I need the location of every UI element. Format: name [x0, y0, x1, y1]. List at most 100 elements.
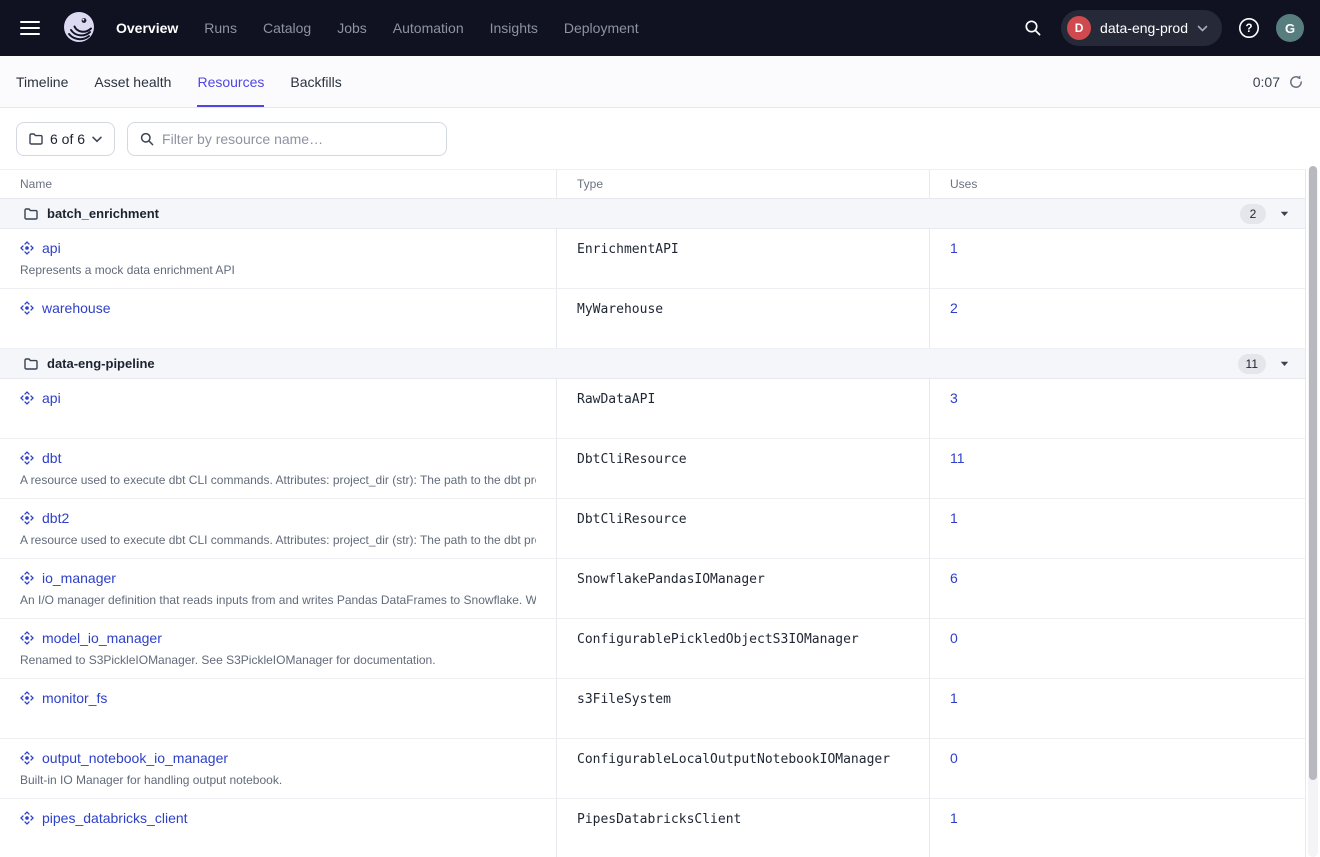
- resource-type: DbtCliResource: [577, 512, 687, 527]
- group-filter-button[interactable]: 6 of 6: [16, 122, 115, 156]
- resource-row: output_notebook_io_manager Built-in IO Ma…: [0, 739, 1305, 799]
- user-avatar[interactable]: G: [1276, 14, 1304, 42]
- scrollbar-thumb[interactable]: [1309, 166, 1317, 780]
- resource-type: DbtCliResource: [577, 452, 687, 467]
- resource-description: Built-in IO Manager for handling output …: [20, 773, 536, 787]
- resource-name-link[interactable]: dbt2: [42, 510, 69, 526]
- chevron-down-icon[interactable]: [1280, 211, 1289, 217]
- resource-name-link[interactable]: pipes_databricks_client: [42, 810, 188, 826]
- resource-uses-link[interactable]: 1: [950, 510, 958, 526]
- nav-item-overview[interactable]: Overview: [116, 20, 178, 36]
- resource-name-link[interactable]: io_manager: [42, 570, 116, 586]
- resource-icon: [20, 241, 34, 255]
- resource-group-row[interactable]: batch_enrichment2: [0, 199, 1305, 229]
- resource-uses-link[interactable]: 6: [950, 570, 958, 586]
- resource-row: api RawDataAPI 3: [0, 379, 1305, 439]
- resource-type: ConfigurablePickledObjectS3IOManager: [577, 632, 859, 647]
- primary-nav: Overview Runs Catalog Jobs Automation In…: [116, 20, 639, 36]
- nav-item-jobs[interactable]: Jobs: [337, 20, 367, 36]
- resource-description: Renamed to S3PickleIOManager. See S3Pick…: [20, 653, 536, 667]
- table-body: batch_enrichment2api Represents a mock da…: [0, 199, 1305, 857]
- resource-uses-link[interactable]: 0: [950, 630, 958, 646]
- resource-row: api Represents a mock data enrichment API…: [0, 229, 1305, 289]
- resource-uses-link[interactable]: 1: [950, 810, 958, 826]
- refresh-timer: 0:07: [1253, 74, 1280, 90]
- column-header-uses: Uses: [930, 170, 1305, 198]
- svg-text:?: ?: [1245, 23, 1252, 35]
- resource-name-link[interactable]: monitor_fs: [42, 690, 107, 706]
- resource-description: A resource used to execute dbt CLI comma…: [20, 533, 536, 547]
- chevron-down-icon[interactable]: [1280, 361, 1289, 367]
- help-icon[interactable]: ?: [1236, 15, 1262, 41]
- deployment-badge: D: [1067, 16, 1091, 40]
- nav-item-catalog[interactable]: Catalog: [263, 20, 311, 36]
- resource-name-link[interactable]: model_io_manager: [42, 630, 162, 646]
- nav-item-automation[interactable]: Automation: [393, 20, 464, 36]
- resource-description: An I/O manager definition that reads inp…: [20, 593, 536, 607]
- column-header-name: Name: [0, 170, 557, 198]
- resource-icon: [20, 301, 34, 315]
- resource-uses-link[interactable]: 2: [950, 300, 958, 316]
- resource-icon: [20, 691, 34, 705]
- refresh-icon[interactable]: [1288, 74, 1304, 90]
- nav-item-deployment[interactable]: Deployment: [564, 20, 639, 36]
- folder-icon: [24, 358, 38, 370]
- filter-bar: 6 of 6: [0, 108, 1320, 169]
- resource-row: model_io_manager Renamed to S3PickleIOMan…: [0, 619, 1305, 679]
- resource-search-field[interactable]: [127, 122, 447, 156]
- tab-bar: Timeline Asset health Resources Backfill…: [0, 56, 1320, 108]
- hamburger-menu-icon[interactable]: [20, 21, 40, 35]
- tab-resources[interactable]: Resources: [197, 56, 264, 107]
- resource-icon: [20, 571, 34, 585]
- resource-type: RawDataAPI: [577, 392, 655, 407]
- resource-row: io_manager An I/O manager definition that…: [0, 559, 1305, 619]
- resource-name-link[interactable]: api: [42, 240, 61, 256]
- group-name: data-eng-pipeline: [47, 356, 155, 371]
- group-filter-label: 6 of 6: [50, 131, 85, 147]
- nav-item-insights[interactable]: Insights: [490, 20, 538, 36]
- resource-row: monitor_fss3FileSystem1: [0, 679, 1305, 739]
- search-input[interactable]: [162, 131, 434, 147]
- chevron-down-icon: [1197, 25, 1208, 32]
- resources-table: Name Type Uses batch_enrichment2api Repre…: [0, 169, 1306, 857]
- resource-description: Represents a mock data enrichment API: [20, 263, 536, 277]
- resource-uses-link[interactable]: 3: [950, 390, 958, 406]
- nav-item-runs[interactable]: Runs: [204, 20, 237, 36]
- resource-group-row[interactable]: data-eng-pipeline 11: [0, 349, 1305, 379]
- resource-type: PipesDatabricksClient: [577, 812, 741, 827]
- resource-uses-link[interactable]: 11: [950, 450, 965, 466]
- dagster-logo-icon[interactable]: [60, 9, 98, 47]
- resource-name-link[interactable]: dbt: [42, 450, 61, 466]
- resource-row: dbtA resource used to execute dbt CLI co…: [0, 439, 1305, 499]
- resource-icon: [20, 751, 34, 765]
- resource-type: MyWarehouse: [577, 302, 663, 317]
- resource-type: ConfigurableLocalOutputNotebookIOManager: [577, 752, 890, 767]
- tab-backfills[interactable]: Backfills: [290, 56, 341, 107]
- app-window: Overview Runs Catalog Jobs Automation In…: [0, 0, 1320, 857]
- folder-icon: [29, 133, 43, 145]
- resource-row: warehouse MyWarehouse 2: [0, 289, 1305, 349]
- resource-name-link[interactable]: api: [42, 390, 61, 406]
- chevron-down-icon: [92, 136, 102, 143]
- group-count-badge: 2: [1240, 204, 1266, 224]
- resource-type: EnrichmentAPI: [577, 242, 679, 257]
- resource-icon: [20, 391, 34, 405]
- table-header: Name Type Uses: [0, 169, 1305, 199]
- resource-icon: [20, 811, 34, 825]
- resource-name-link[interactable]: output_notebook_io_manager: [42, 750, 228, 766]
- resource-uses-link[interactable]: 1: [950, 240, 958, 256]
- tab-asset-health[interactable]: Asset health: [94, 56, 171, 107]
- search-icon: [140, 132, 154, 146]
- search-icon[interactable]: [1019, 14, 1047, 42]
- resource-type: SnowflakePandasIOManager: [577, 572, 765, 587]
- resource-uses-link[interactable]: 0: [950, 750, 958, 766]
- tab-timeline[interactable]: Timeline: [16, 56, 68, 107]
- deployment-name: data-eng-prod: [1100, 20, 1188, 36]
- resource-row: dbt2 A resource used to execute dbt CLI c…: [0, 499, 1305, 559]
- resource-name-link[interactable]: warehouse: [42, 300, 111, 316]
- group-count-badge: 11: [1238, 354, 1266, 374]
- deployment-switcher[interactable]: D data-eng-prod: [1061, 10, 1222, 46]
- top-nav: Overview Runs Catalog Jobs Automation In…: [0, 0, 1320, 56]
- resource-icon: [20, 631, 34, 645]
- resource-uses-link[interactable]: 1: [950, 690, 958, 706]
